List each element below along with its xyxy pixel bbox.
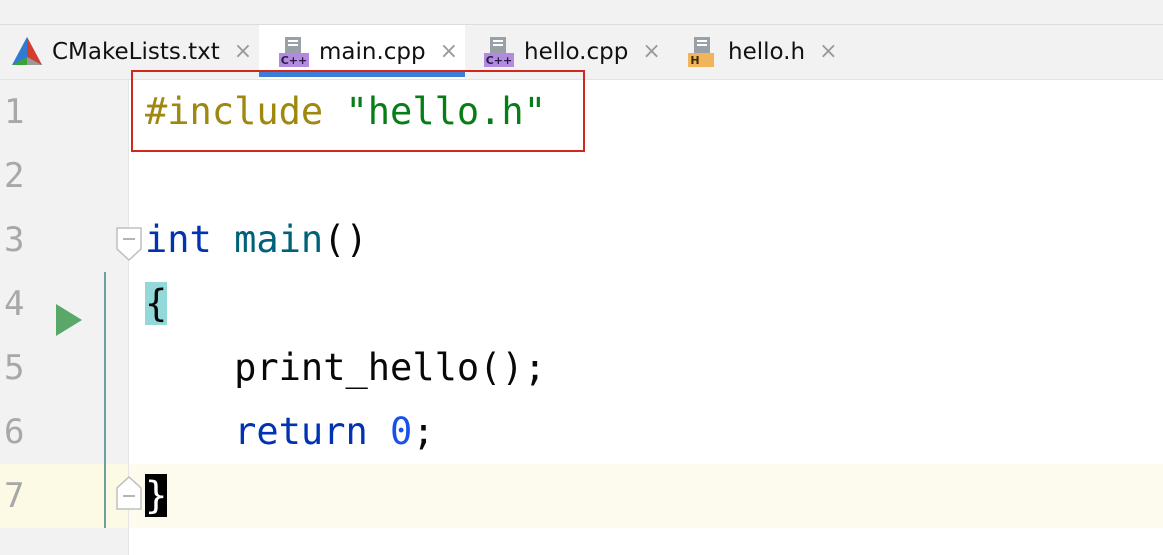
line-number: 6 (4, 412, 25, 452)
line-number: 2 (4, 156, 25, 196)
cpp-file-icon: C++ (482, 35, 516, 69)
line-number: 3 (4, 220, 25, 260)
fold-start-icon[interactable] (116, 227, 142, 262)
run-icon[interactable] (56, 304, 82, 336)
window-top-strip (0, 0, 1163, 25)
close-icon[interactable]: × (440, 41, 458, 63)
close-icon[interactable]: × (234, 41, 252, 63)
line-number: 5 (4, 348, 25, 388)
keyword: int (145, 218, 212, 261)
line-number: 7 (4, 476, 25, 516)
code-editor[interactable]: 1 2 3 4 5 6 7 #include "hello.h" int mai… (0, 70, 1163, 555)
close-icon[interactable]: × (819, 41, 837, 63)
cpp-file-icon: C++ (277, 35, 311, 69)
semicolon: ; (412, 410, 435, 453)
svg-text:C++: C++ (281, 54, 308, 67)
close-brace: } (145, 474, 168, 517)
code-line-4: { (145, 272, 168, 336)
line-number: 1 (4, 92, 25, 132)
tab-label: main.cpp (319, 39, 426, 65)
tab-label: hello.cpp (524, 39, 629, 65)
tab-hello-h[interactable]: H hello.h × (686, 25, 856, 79)
scope-indent-guide (104, 272, 106, 528)
number-literal: 0 (390, 410, 413, 453)
function-name: main (234, 218, 324, 261)
parentheses: () (323, 218, 368, 261)
tab-label: hello.h (728, 39, 806, 65)
line-number: 4 (4, 284, 25, 324)
fold-end-icon[interactable] (116, 475, 142, 510)
cmake-icon (10, 35, 44, 69)
keyword: return (234, 410, 368, 453)
caret-line-highlight (129, 464, 1163, 528)
tab-label: CMakeLists.txt (52, 39, 220, 65)
close-icon[interactable]: × (642, 41, 660, 63)
code-line-6: return 0; (145, 400, 435, 464)
code-line-5: print_hello(); (145, 336, 546, 400)
svg-text:H: H (690, 54, 699, 67)
code-line-3: int main() (145, 208, 368, 272)
header-file-icon: H (686, 35, 720, 69)
annotation-highlight-box (131, 70, 585, 152)
code-line-7: } (145, 464, 168, 528)
function-call: print_hello(); (234, 346, 546, 389)
svg-text:C++: C++ (486, 54, 513, 67)
open-brace: { (145, 282, 168, 325)
